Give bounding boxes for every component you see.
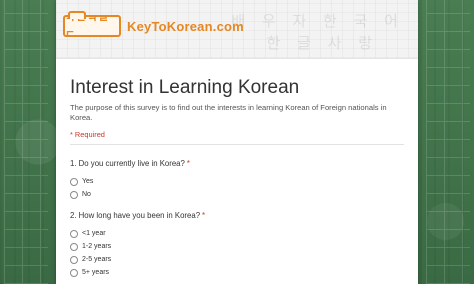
radio-group: Yes No (70, 175, 400, 201)
radio-option-1-2-years[interactable]: 1-2 years (70, 240, 400, 253)
site-logo[interactable]: ㅋㅌㅋㄹㄷ KeyToKorean.com (63, 11, 244, 41)
background-pattern-left (4, 0, 48, 284)
radio-button[interactable] (70, 229, 78, 238)
radio-label: 5+ years (82, 269, 110, 276)
radio-button[interactable] (70, 177, 78, 186)
background-pattern-right (426, 0, 470, 284)
question-title: 1. Do you currently live in Korea? * (70, 158, 400, 170)
question-title: 2. How long have you been in Korea? * (70, 210, 400, 222)
radio-button[interactable] (70, 268, 78, 277)
header-watermark: 배 우 자 한 국 어 (231, 12, 404, 30)
divider (70, 144, 404, 145)
radio-label: 2-5 years (82, 256, 112, 263)
radio-label: 1-2 years (82, 243, 112, 250)
question-live-in-korea: 1. Do you currently live in Korea? * Yes … (70, 158, 400, 201)
question-text: 2. How long have you been in Korea? (70, 211, 201, 220)
question-text: 1. Do you currently live in Korea? (70, 159, 185, 168)
radio-button[interactable] (70, 242, 78, 251)
radio-option-2-5-years[interactable]: 2-5 years (70, 253, 400, 266)
form-title: Interest in Learning Korean (70, 77, 300, 98)
required-star: * (186, 159, 190, 168)
form-card: 배 우 자 한 국 어 한 글 사 랑 ㅋㅌㅋㄹㄷ KeyToKorean.co… (56, 0, 418, 284)
radio-option-no[interactable]: No (70, 188, 400, 201)
logo-icon: ㅋㅌㅋㄹㄷ (63, 11, 121, 41)
radio-option-yes[interactable]: Yes (70, 175, 400, 188)
radio-label: No (82, 191, 91, 198)
radio-label: <1 year (82, 230, 106, 237)
radio-option-5-plus-years[interactable]: 5+ years (70, 266, 400, 279)
header-watermark-2: 한 글 사 랑 (266, 34, 378, 52)
radio-option-under-1-year[interactable]: <1 year (70, 227, 400, 240)
form-header: 배 우 자 한 국 어 한 글 사 랑 ㅋㅌㅋㄹㄷ KeyToKorean.co… (56, 0, 418, 59)
required-star: * (202, 211, 206, 220)
form-description: The purpose of this survey is to find ou… (70, 103, 387, 122)
radio-label: Yes (82, 178, 94, 185)
radio-group: <1 year 1-2 years 2-5 years 5+ years (70, 227, 400, 279)
radio-button[interactable] (70, 190, 78, 199)
question-time-in-korea: 2. How long have you been in Korea? * <1 … (70, 210, 400, 279)
required-note: * Required (70, 130, 105, 139)
logo-text: KeyToKorean.com (127, 18, 244, 34)
radio-button[interactable] (70, 255, 78, 264)
